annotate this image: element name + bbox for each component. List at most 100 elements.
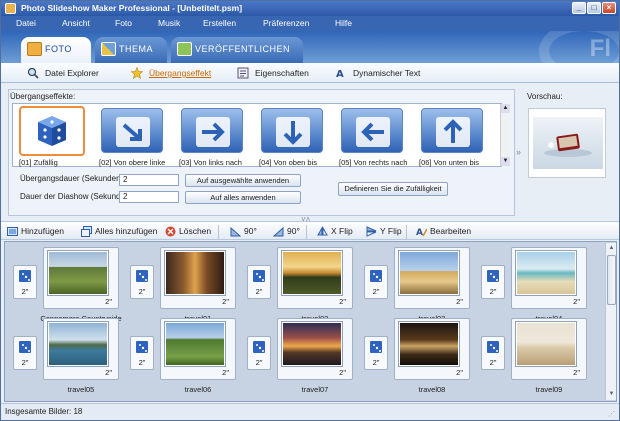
tab-thema[interactable]: THEMA — [95, 37, 167, 63]
menu-praeferenzen[interactable]: Präferenzen — [263, 18, 309, 28]
effect-item-unten-bis[interactable]: [06] Von unten bis — [415, 106, 493, 167]
effect-caption: [01] Zufällig — [19, 158, 58, 167]
transition-duration: 2" — [372, 287, 380, 296]
subtab-datei-explorer[interactable]: Datei Explorer — [27, 67, 99, 80]
effect-caption: [05] Von rechts nach — [339, 158, 408, 167]
add-photo-icon — [7, 226, 18, 237]
preview-image — [533, 117, 603, 169]
scroll-down-arrow-icon[interactable]: ▼ — [607, 390, 616, 399]
slideshow-duration-label: Dauer der Diashow (Sekunden): — [20, 192, 135, 201]
scroll-up-arrow-icon[interactable]: ▲ — [501, 104, 510, 113]
transition-marker[interactable]: 2" — [364, 336, 388, 370]
filmstrip-scrollbar[interactable]: ▲ ▼ — [605, 243, 616, 400]
effect-item-zufaellig[interactable]: [01] Zufällig — [15, 106, 93, 167]
transition-duration-input[interactable]: 2 — [119, 174, 179, 186]
photo-slide[interactable]: 2" — [394, 318, 470, 380]
photo-slide[interactable]: 2" — [511, 247, 587, 309]
slide-duration: 2" — [105, 297, 112, 306]
transition-marker[interactable]: 2" — [481, 265, 505, 299]
photo-slide[interactable]: 2" — [277, 318, 353, 380]
effects-label: Übergangseffekte: — [10, 92, 76, 101]
subtab-eigenschaften[interactable]: Eigenschaften — [237, 67, 309, 80]
menu-musik[interactable]: Musik — [158, 18, 180, 28]
add-all-button[interactable]: Alles hinzufügen — [81, 226, 157, 238]
star-icon — [130, 66, 144, 80]
tab-foto[interactable]: FOTO — [21, 37, 91, 63]
slide-duration: 2" — [339, 297, 346, 306]
transition-marker[interactable]: 2" — [13, 336, 37, 370]
transition-cube-icon — [135, 340, 149, 354]
x-flip-button[interactable]: X Flip — [317, 226, 353, 238]
subtab-dynamischer-text[interactable]: A Dynamischer Text — [335, 68, 420, 80]
tab-veroeffentlichen[interactable]: VERÖFFENTLICHEN — [171, 37, 303, 63]
expand-preview-icon[interactable]: » — [516, 147, 521, 157]
menu-ansicht[interactable]: Ansicht — [62, 18, 90, 28]
slideshow-duration-input[interactable]: 2 — [119, 191, 179, 203]
transition-duration: 2" — [21, 358, 29, 367]
transition-marker[interactable]: 2" — [247, 265, 271, 299]
transition-marker[interactable]: 2" — [481, 336, 505, 370]
slide-duration: 2" — [105, 368, 112, 377]
scroll-down-arrow-icon[interactable]: ▼ — [501, 157, 510, 166]
subtab-dynamischer-text-label: Dynamischer Text — [353, 68, 421, 78]
menu-erstellen[interactable]: Erstellen — [203, 18, 236, 28]
effect-thumb — [101, 108, 163, 153]
app-window: Photo Slideshow Maker Professional - [Un… — [0, 0, 620, 421]
subtab-uebergangseffekt[interactable]: Übergangseffekt — [130, 66, 211, 80]
photo-slide[interactable]: 2" — [511, 318, 587, 380]
transition-marker[interactable]: 2" — [130, 336, 154, 370]
photo-slide[interactable]: 2" — [43, 247, 119, 309]
delete-button[interactable]: Löschen — [165, 226, 211, 238]
transition-cube-icon — [135, 269, 149, 283]
photo-thumbnail — [165, 322, 225, 366]
effects-scrollbar[interactable]: ▲ ▼ — [500, 104, 510, 166]
resize-grip-icon[interactable]: ⋰ — [608, 410, 615, 418]
flip-vertical-icon — [366, 226, 377, 237]
edit-label: Bearbeiten — [430, 226, 472, 236]
menu-foto[interactable]: Foto — [115, 18, 132, 28]
transition-cube-icon — [486, 269, 500, 283]
transition-marker[interactable]: 2" — [130, 265, 154, 299]
photo-slide[interactable]: 2" — [394, 247, 470, 309]
transition-cube-icon — [18, 340, 32, 354]
tab-veroeffentlichen-label: VERÖFFENTLICHEN — [195, 44, 291, 54]
photo-thumbnail — [282, 251, 342, 295]
define-randomness-button[interactable]: Definieren Sie die Zufälligkeit — [338, 182, 448, 196]
effect-caption: [03] Von links nach — [179, 158, 242, 167]
toolbar-separator — [406, 225, 407, 239]
effect-caption: [04] Von oben bis — [259, 158, 317, 167]
minimize-button[interactable]: _ — [572, 2, 586, 14]
edit-button[interactable]: A Bearbeiten — [416, 226, 471, 238]
transition-marker[interactable]: 2" — [247, 336, 271, 370]
effect-item-oben-bis[interactable]: [04] Von oben bis — [255, 106, 333, 167]
effects-list[interactable]: [01] Zufällig [02] Von obere linke [03] … — [12, 103, 502, 167]
effect-item-obere-linke[interactable]: [02] Von obere linke — [95, 106, 173, 167]
scroll-thumb[interactable] — [607, 255, 616, 305]
y-flip-button[interactable]: Y Flip — [366, 226, 402, 238]
add-button[interactable]: Hinzufügen — [7, 226, 64, 238]
photo-toolbar: Hinzufügen Alles hinzufügen Löschen 90° … — [1, 221, 619, 240]
transition-marker[interactable]: 2" — [364, 265, 388, 299]
maximize-button[interactable]: □ — [587, 2, 601, 14]
rotate-right-button[interactable]: 90° — [272, 226, 300, 238]
menu-hilfe[interactable]: Hilfe — [335, 18, 352, 28]
photo-slide[interactable]: 2" — [160, 247, 236, 309]
scroll-up-arrow-icon[interactable]: ▲ — [607, 244, 616, 253]
transition-cube-icon — [369, 269, 383, 283]
photo-slide[interactable]: 2" — [277, 247, 353, 309]
apply-all-button[interactable]: Auf alles anwenden — [185, 191, 301, 204]
transition-cube-icon — [252, 269, 266, 283]
effect-item-rechts-nach[interactable]: [05] Von rechts nach — [335, 106, 413, 167]
photo-slide[interactable]: 2" — [43, 318, 119, 380]
photo-filmstrip[interactable]: 2"2"Connemora Countryside2"2"travel012"2… — [4, 241, 617, 402]
rotate-left-button[interactable]: 90° — [230, 226, 257, 238]
close-button[interactable]: × — [602, 2, 616, 14]
transition-duration: 2" — [138, 287, 146, 296]
effect-item-links-nach[interactable]: [03] Von links nach — [175, 106, 253, 167]
apply-selected-button[interactable]: Auf ausgewählte anwenden — [185, 174, 301, 187]
menu-datei[interactable]: Datei — [16, 18, 36, 28]
transition-marker[interactable]: 2" — [13, 265, 37, 299]
title-bar[interactable]: Photo Slideshow Maker Professional - [Un… — [1, 1, 619, 16]
photo-name: travel05 — [67, 385, 95, 394]
photo-slide[interactable]: 2" — [160, 318, 236, 380]
